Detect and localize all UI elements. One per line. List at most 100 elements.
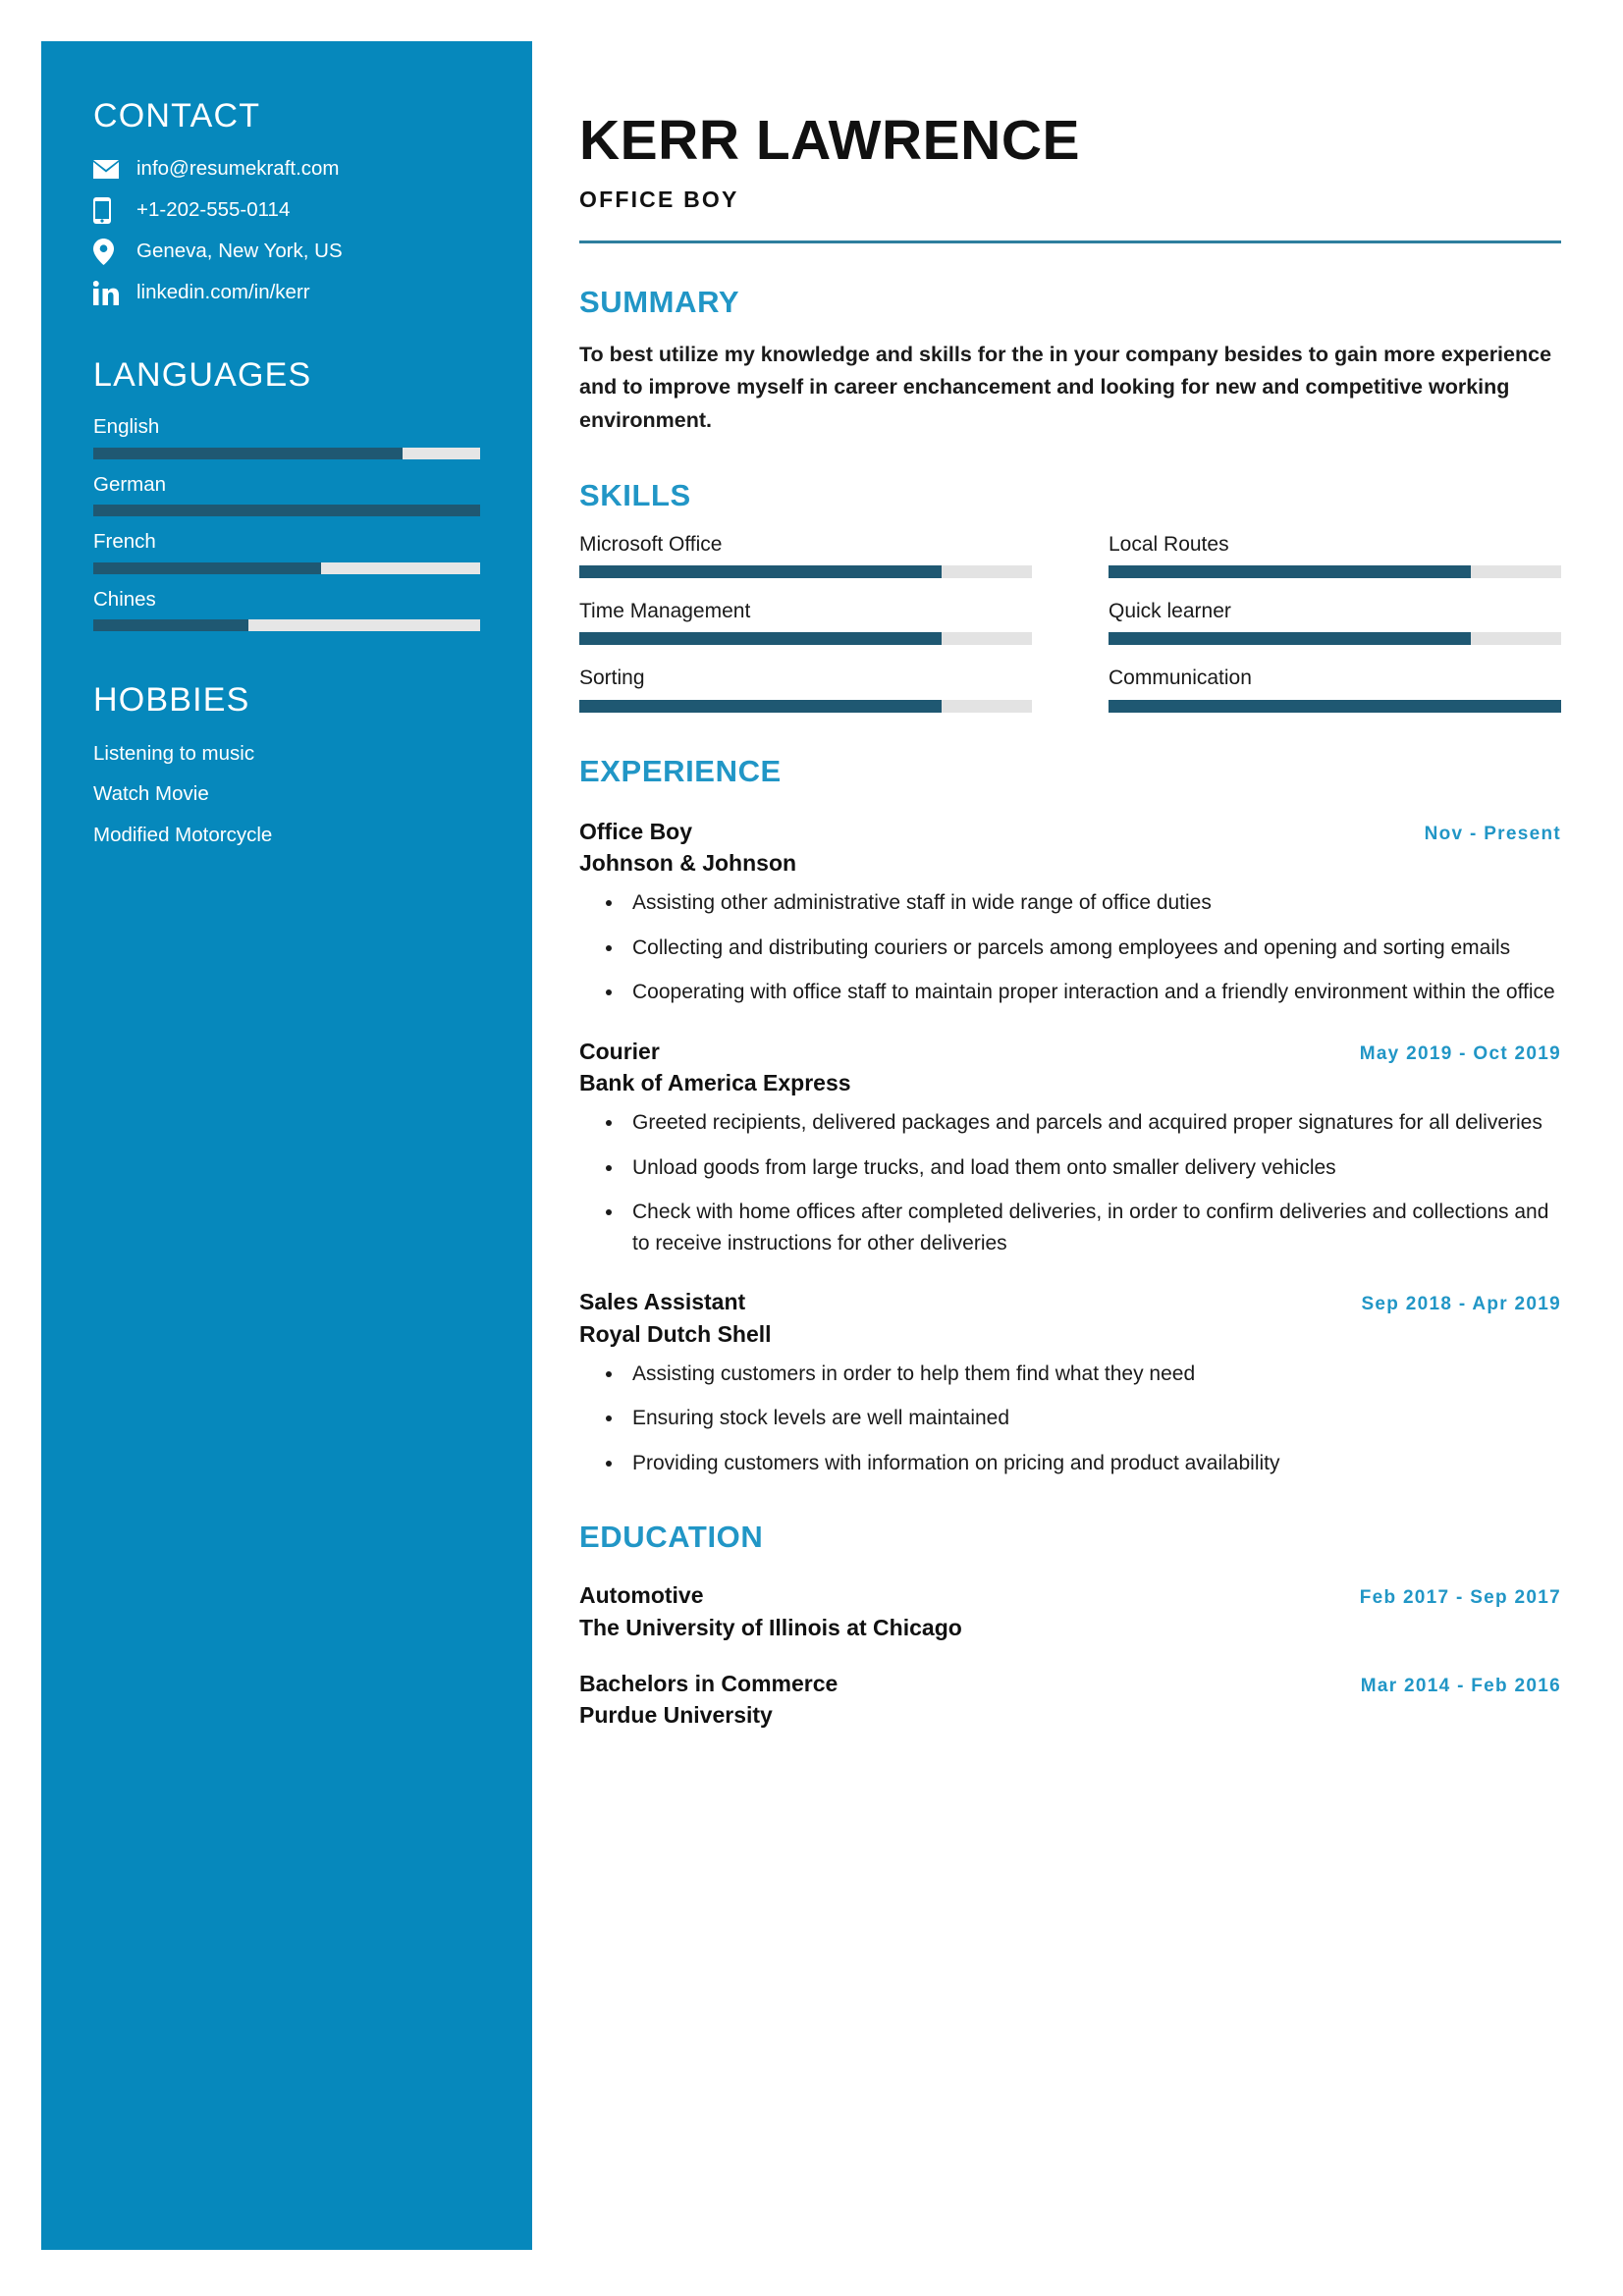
education-school: Purdue University <box>579 1702 773 1729</box>
experience-bullet: Check with home offices after completed … <box>624 1197 1561 1258</box>
skill-level-bar <box>1109 565 1561 579</box>
contact-location-text: Geneva, New York, US <box>136 240 343 263</box>
job-title: OFFICE BOY <box>579 186 739 212</box>
language-name: French <box>93 530 156 554</box>
skill-item: Sorting <box>579 666 1032 713</box>
languages-heading: LANGUAGES <box>93 355 312 394</box>
language-level-bar <box>93 505 480 517</box>
contact-item-email[interactable]: info@resumekraft.com <box>93 156 480 183</box>
skill-level-bar <box>1109 632 1561 646</box>
hobby-item: Watch Movie <box>93 782 209 806</box>
education-degree: Bachelors in Commerce <box>579 1670 839 1696</box>
skill-item: Communication <box>1109 666 1561 713</box>
skill-item: Quick learner <box>1109 599 1561 646</box>
skills-grid: Microsoft Office Local Routes Time Manag… <box>579 532 1561 713</box>
experience-item-header: Courier May 2019 - Oct 2019 <box>579 1038 1561 1066</box>
skill-name: Sorting <box>579 667 645 690</box>
experience-date: May 2019 - Oct 2019 <box>1359 1042 1561 1064</box>
language-name: Chines <box>93 587 156 611</box>
education-item-header: Bachelors in Commerce Mar 2014 - Feb 201… <box>579 1670 1561 1698</box>
summary-text: To best utilize my knowledge and skills … <box>579 342 1552 432</box>
summary-section: SUMMARY To best utilize my knowledge and… <box>579 284 1561 437</box>
skill-name: Microsoft Office <box>579 532 723 556</box>
language-level-fill <box>93 447 404 459</box>
skill-level-fill <box>1109 632 1471 646</box>
experience-role: Sales Assistant <box>579 1289 746 1315</box>
education-item: Automotive Feb 2017 - Sep 2017 The Unive… <box>579 1581 1561 1642</box>
experience-bullets: Assisting customers in order to help the… <box>579 1359 1561 1479</box>
summary-heading: SUMMARY <box>579 284 740 319</box>
language-name: German <box>93 472 167 496</box>
skill-level-fill <box>579 699 942 713</box>
education-heading: EDUCATION <box>579 1520 764 1555</box>
experience-date: Nov - Present <box>1424 823 1561 844</box>
header-divider <box>579 240 1561 243</box>
experience-bullet: Providing customers with information on … <box>624 1448 1561 1479</box>
hobby-item: Modified Motorcycle <box>93 824 273 847</box>
education-item: Bachelors in Commerce Mar 2014 - Feb 201… <box>579 1670 1561 1731</box>
language-level-fill <box>93 619 248 632</box>
experience-bullets: Greeted recipients, delivered packages a… <box>579 1107 1561 1258</box>
main-content: KERR LAWRENCE OFFICE BOY SUMMARY To best… <box>579 41 1561 1730</box>
education-item-header: Automotive Feb 2017 - Sep 2017 <box>579 1581 1561 1610</box>
language-item: Chines <box>93 588 480 632</box>
skill-item: Local Routes <box>1109 532 1561 579</box>
skill-name: Time Management <box>579 600 751 623</box>
skill-name: Local Routes <box>1109 532 1229 556</box>
linkedin-icon <box>93 280 127 305</box>
skill-level-fill <box>1109 565 1471 579</box>
skill-level-fill <box>579 632 942 646</box>
experience-heading: EXPERIENCE <box>579 753 782 788</box>
skill-level-fill <box>579 565 942 579</box>
experience-bullets: Assisting other administrative staff in … <box>579 887 1561 1008</box>
skills-section: SKILLS Microsoft Office Local Routes Tim… <box>579 477 1561 713</box>
contact-linkedin-text: linkedin.com/in/kerr <box>136 281 310 304</box>
language-level-fill <box>93 505 480 517</box>
phone-icon <box>93 197 127 225</box>
contact-phone-text: +1-202-555-0114 <box>136 198 291 222</box>
experience-company: Bank of America Express <box>579 1070 851 1096</box>
experience-date: Sep 2018 - Apr 2019 <box>1361 1294 1561 1315</box>
education-school: The University of Illinois at Chicago <box>579 1614 962 1640</box>
experience-bullet: Ensuring stock levels are well maintaine… <box>624 1403 1561 1434</box>
location-pin-icon <box>93 239 127 266</box>
contact-item-phone[interactable]: +1-202-555-0114 <box>93 197 480 225</box>
experience-item-header: Office Boy Nov - Present <box>579 818 1561 846</box>
experience-bullet: Greeted recipients, delivered packages a… <box>624 1107 1561 1139</box>
experience-bullet: Assisting customers in order to help the… <box>624 1359 1561 1390</box>
hobby-item: Listening to music <box>93 741 255 765</box>
experience-bullet: Assisting other administrative staff in … <box>624 887 1561 919</box>
contact-email-text: info@resumekraft.com <box>136 157 340 181</box>
skill-item: Microsoft Office <box>579 532 1032 579</box>
experience-item: Sales Assistant Sep 2018 - Apr 2019 Roya… <box>579 1288 1561 1478</box>
skill-name: Quick learner <box>1109 600 1231 623</box>
page-title: KERR LAWRENCE <box>579 109 1081 172</box>
education-section: EDUCATION Automotive Feb 2017 - Sep 2017… <box>579 1521 1561 1730</box>
language-level-bar <box>93 561 480 574</box>
experience-bullet: Cooperating with office staff to maintai… <box>624 977 1561 1008</box>
language-item: French <box>93 530 480 574</box>
experience-item: Office Boy Nov - Present Johnson & Johns… <box>579 818 1561 1008</box>
experience-section: EXPERIENCE Office Boy Nov - Present John… <box>579 753 1561 1479</box>
contact-item-location[interactable]: Geneva, New York, US <box>93 239 480 266</box>
experience-bullet: Collecting and distributing couriers or … <box>624 933 1561 964</box>
skill-level-bar <box>579 565 1032 579</box>
language-item: English <box>93 415 480 459</box>
skill-level-bar <box>579 632 1032 646</box>
experience-role: Office Boy <box>579 818 693 844</box>
education-date: Feb 2017 - Sep 2017 <box>1359 1587 1561 1609</box>
email-icon <box>93 160 127 180</box>
contact-item-linkedin[interactable]: linkedin.com/in/kerr <box>93 280 480 306</box>
language-name: English <box>93 415 160 439</box>
experience-item-header: Sales Assistant Sep 2018 - Apr 2019 <box>579 1288 1561 1316</box>
skills-heading: SKILLS <box>579 477 691 512</box>
hobbies-section: HOBBIES Listening to music Watch Movie M… <box>93 682 480 847</box>
resume-page: CONTACT info@resumekraft.com +1-202-555-… <box>0 0 1623 2296</box>
languages-section: LANGUAGES English German French Chines <box>93 355 480 632</box>
contact-list: info@resumekraft.com +1-202-555-0114 Gen… <box>93 156 480 305</box>
language-level-bar <box>93 447 480 459</box>
education-degree: Automotive <box>579 1582 704 1609</box>
contact-heading: CONTACT <box>93 97 261 134</box>
skill-level-bar <box>1109 699 1561 713</box>
hobbies-heading: HOBBIES <box>93 681 250 720</box>
